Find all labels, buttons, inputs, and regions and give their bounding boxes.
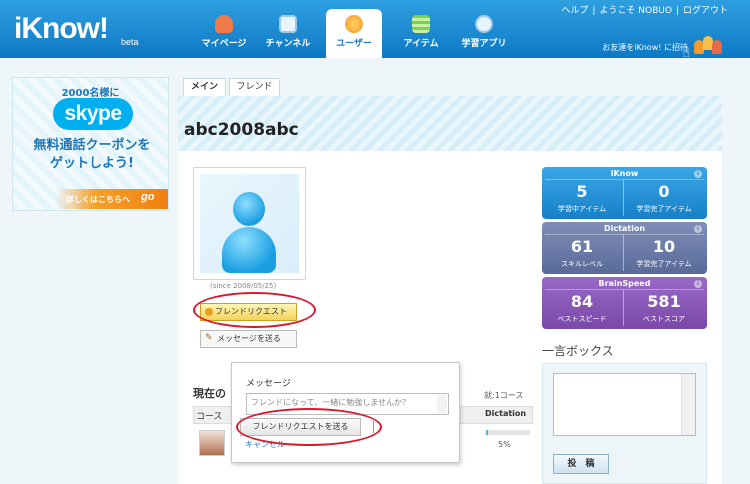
top-link-separator: |	[592, 6, 596, 16]
info-icon[interactable]: i	[694, 280, 702, 288]
top-link-separator: |	[675, 6, 679, 16]
nav-apps-label: 学習アプリ	[461, 39, 507, 49]
stat-label: 学習完了アイテム	[636, 260, 692, 268]
dictation-stats-panel: Dictation i 61 スキルレベル 10 学習完了アイテム	[542, 222, 707, 274]
stat-label: ベストスピード	[557, 315, 607, 323]
nav-channel-label: チャンネル	[265, 39, 311, 49]
course-column-header: コース	[196, 412, 223, 422]
default-avatar-icon	[200, 174, 299, 273]
stat-title: BrainSpeed	[598, 279, 651, 288]
welcome-link[interactable]: ようこそ NOBUO	[599, 6, 672, 16]
users-icon	[345, 15, 363, 33]
dictation-column-header: Dictation	[485, 409, 527, 418]
top-header: iKnow! beta マイページ チャンネル ユーザー アイテム 学習アプリ …	[0, 0, 750, 61]
nav-apps[interactable]: 学習アプリ	[456, 9, 512, 58]
nav-items[interactable]: アイテム	[393, 9, 449, 58]
message-scrollbar[interactable]	[437, 395, 447, 413]
nav-mypage[interactable]: マイページ	[196, 9, 252, 58]
stat-value: 0	[658, 182, 670, 201]
stat-label: ベストスコア	[642, 315, 686, 323]
ad-main-text: 無料通話クーポンを ゲットしよう!	[19, 137, 165, 173]
stat-divider	[545, 289, 704, 290]
stat-label: 学習完了アイテム	[636, 205, 692, 213]
course-progress-fill	[486, 430, 489, 435]
logo-beta-label: beta	[121, 37, 139, 47]
stat-label: スキルレベル	[561, 260, 603, 268]
people-icon	[694, 36, 722, 54]
tab-main[interactable]: メイン	[183, 78, 226, 98]
ad-footer-link[interactable]: 詳しくはこちらへ	[66, 194, 130, 205]
mypage-icon	[215, 15, 233, 33]
shoutbox-scrollbar[interactable]	[681, 374, 695, 435]
skype-logo: skype	[53, 98, 133, 130]
nav-users-label: ユーザー	[336, 39, 372, 49]
ad-go-link[interactable]: go	[141, 191, 154, 203]
course-progress-bar	[486, 430, 530, 435]
stat-value: 5	[576, 182, 588, 201]
course-progress-text: 5%	[498, 440, 511, 449]
ad-headline: 2000名様に	[61, 88, 120, 99]
stat-divider	[545, 234, 704, 235]
course-thumbnail[interactable]	[199, 430, 225, 456]
stat-label: 学習中アイテム	[557, 205, 607, 213]
avatar	[193, 167, 306, 280]
stat-title: Dictation	[603, 224, 646, 233]
member-since: (since 2008/05/25)	[210, 282, 277, 290]
ad-line-1: 無料通話クーポンを	[33, 138, 151, 153]
course-count: 就:1コース	[484, 391, 524, 400]
post-button[interactable]: 投 稿	[553, 454, 609, 474]
app-bubble-icon	[475, 15, 493, 33]
logo[interactable]: iKnow!	[14, 12, 109, 46]
send-message-button[interactable]: ✎ メッセージを送る	[200, 330, 297, 348]
tab-friend[interactable]: フレンド	[229, 78, 280, 96]
nav-users[interactable]: ユーザー	[326, 9, 382, 58]
info-icon[interactable]: i	[694, 225, 702, 233]
highlight-circle	[193, 292, 316, 328]
page-title: abc2008abc	[184, 120, 299, 140]
popup-message-label: メッセージ	[246, 379, 291, 389]
nav-mypage-label: マイページ	[201, 39, 247, 49]
message-field-value: フレンドになって、一緒に勉強しませんか？	[251, 398, 410, 407]
stat-divider	[545, 179, 704, 180]
stat-title: iKnow	[610, 169, 639, 178]
top-links: ヘルプ | ようこそ NOBUO | ログアウト	[559, 3, 730, 16]
shoutbox-title: 一言ボックス	[542, 344, 614, 358]
ad-line-2: ゲットしよう!	[50, 156, 134, 171]
highlight-circle	[236, 408, 382, 446]
avatar-body	[222, 227, 276, 273]
stat-value: 581	[647, 292, 681, 311]
info-icon[interactable]: i	[694, 170, 702, 178]
logout-link[interactable]: ログアウト	[683, 6, 728, 16]
nav-channel[interactable]: チャンネル	[260, 9, 316, 58]
stat-value: 61	[570, 237, 594, 256]
help-link[interactable]: ヘルプ	[561, 6, 588, 16]
pencil-icon: ✎	[205, 333, 213, 343]
items-list-icon	[412, 15, 430, 33]
nav-items-label: アイテム	[403, 39, 439, 49]
stat-value: 10	[652, 237, 676, 256]
invite-friends-link[interactable]: お友達をiKnow! に招待	[602, 42, 688, 53]
shoutbox-textarea[interactable]	[553, 373, 696, 436]
send-message-label: メッセージを送る	[217, 334, 281, 343]
channel-tv-icon	[279, 15, 297, 33]
stat-value: 84	[570, 292, 594, 311]
iknow-stats-panel: iKnow i 5 学習中アイテム 0 学習完了アイテム	[542, 167, 707, 219]
current-courses-title: 現在の	[193, 387, 226, 400]
brainspeed-stats-panel: BrainSpeed i 84 ベストスピード 581 ベストスコア	[542, 277, 707, 329]
avatar-head	[233, 192, 265, 226]
